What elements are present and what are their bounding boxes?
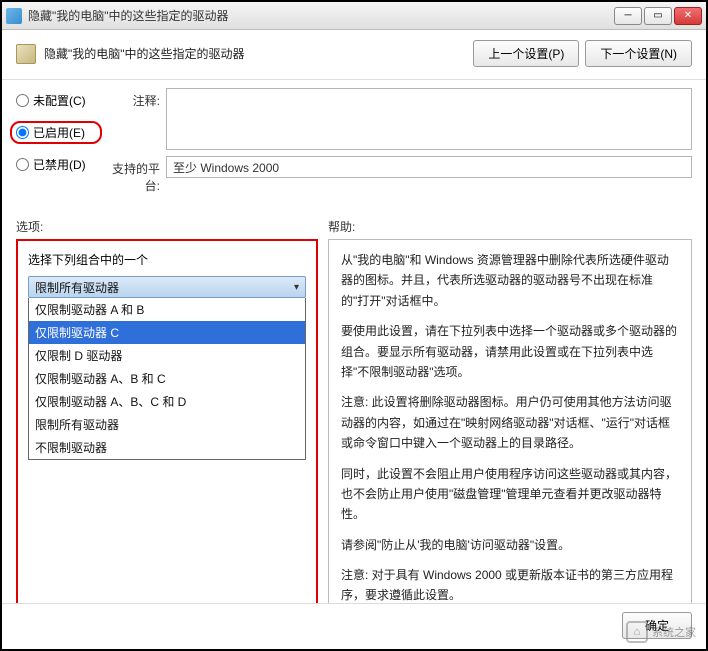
lower-area: 选择下列组合中的一个 限制所有驱动器 仅限制驱动器 A 和 B 仅限制驱动器 C…	[2, 239, 706, 609]
comment-label: 注释:	[102, 88, 166, 109]
dropdown-item[interactable]: 仅限制 D 驱动器	[29, 344, 305, 367]
platform-value: 至少 Windows 2000	[166, 156, 692, 178]
radio-disabled-input[interactable]	[16, 158, 29, 171]
help-paragraph: 同时，此设置不会阻止用户使用程序访问这些驱动器或其内容，也不会防止用户使用"磁盘…	[341, 464, 679, 525]
radio-enabled-input[interactable]	[16, 126, 29, 139]
home-icon: ⌂	[626, 621, 648, 643]
help-paragraph: 注意: 对于具有 Windows 2000 或更新版本证书的第三方应用程序，要求…	[341, 565, 679, 606]
header: 隐藏"我的电脑"中的这些指定的驱动器 上一个设置(P) 下一个设置(N)	[2, 30, 706, 80]
radio-not-configured[interactable]: 未配置(C)	[16, 92, 102, 109]
drive-combo-value: 限制所有驱动器	[35, 279, 119, 296]
radio-disabled-label: 已禁用(D)	[33, 156, 86, 173]
help-paragraph: 从"我的电脑"和 Windows 资源管理器中删除代表所选硬件驱动器的图标。并且…	[341, 250, 679, 311]
titlebar: 隐藏"我的电脑"中的这些指定的驱动器 ─ ▭ ✕	[2, 2, 706, 30]
close-button[interactable]: ✕	[674, 7, 702, 25]
dropdown-item[interactable]: 仅限制驱动器 A、B、C 和 D	[29, 390, 305, 413]
radio-not-configured-input[interactable]	[16, 94, 29, 107]
comment-textarea[interactable]	[166, 88, 692, 150]
dialog-footer: 确定 ⌂ 系统之家	[2, 603, 706, 647]
fields: 注释: 支持的平台: 至少 Windows 2000	[102, 88, 692, 200]
dropdown-item[interactable]: 限制所有驱动器	[29, 413, 305, 436]
dropdown-item[interactable]: 仅限制驱动器 C	[29, 321, 305, 344]
help-paragraph: 请参阅"防止从'我的电脑'访问驱动器"设置。	[341, 535, 679, 555]
window-title: 隐藏"我的电脑"中的这些指定的驱动器	[28, 7, 614, 24]
platform-label: 支持的平台:	[102, 156, 166, 194]
options-prompt: 选择下列组合中的一个	[28, 251, 306, 268]
help-paragraph: 要使用此设置，请在下拉列表中选择一个驱动器或多个驱动器的组合。要显示所有驱动器，…	[341, 321, 679, 382]
config-area: 未配置(C) 已启用(E) 已禁用(D) 注释: 支持的平台: 至少 Windo…	[2, 80, 706, 200]
maximize-button[interactable]: ▭	[644, 7, 672, 25]
prev-setting-button[interactable]: 上一个设置(P)	[473, 40, 579, 67]
window-controls: ─ ▭ ✕	[614, 7, 702, 25]
minimize-button[interactable]: ─	[614, 7, 642, 25]
radio-enabled[interactable]: 已启用(E)	[10, 121, 102, 144]
state-radios: 未配置(C) 已启用(E) 已禁用(D)	[16, 88, 102, 200]
drive-combo[interactable]: 限制所有驱动器	[28, 276, 306, 298]
section-labels: 选项: 帮助:	[2, 200, 706, 239]
radio-not-configured-label: 未配置(C)	[33, 92, 86, 109]
policy-title: 隐藏"我的电脑"中的这些指定的驱动器	[44, 45, 467, 62]
next-setting-button[interactable]: 下一个设置(N)	[585, 40, 692, 67]
policy-icon	[16, 44, 36, 64]
help-label: 帮助:	[328, 218, 355, 235]
help-panel[interactable]: 从"我的电脑"和 Windows 资源管理器中删除代表所选硬件驱动器的图标。并且…	[328, 239, 692, 609]
watermark: ⌂ 系统之家	[626, 621, 696, 643]
radio-disabled[interactable]: 已禁用(D)	[16, 156, 102, 173]
options-label: 选项:	[16, 218, 328, 235]
dropdown-item[interactable]: 不限制驱动器	[29, 436, 305, 459]
platform-row: 支持的平台: 至少 Windows 2000	[102, 156, 692, 194]
help-paragraph: 注意: 此设置将删除驱动器图标。用户仍可使用其他方法访问驱动器的内容，如通过在"…	[341, 392, 679, 453]
app-icon	[6, 8, 22, 24]
dropdown-item[interactable]: 仅限制驱动器 A 和 B	[29, 298, 305, 321]
radio-enabled-label: 已启用(E)	[33, 124, 85, 141]
options-panel: 选择下列组合中的一个 限制所有驱动器 仅限制驱动器 A 和 B 仅限制驱动器 C…	[16, 239, 318, 609]
comment-row: 注释:	[102, 88, 692, 150]
dropdown-item[interactable]: 仅限制驱动器 A、B 和 C	[29, 367, 305, 390]
drive-dropdown-list: 仅限制驱动器 A 和 B 仅限制驱动器 C 仅限制 D 驱动器 仅限制驱动器 A…	[28, 298, 306, 460]
watermark-text: 系统之家	[652, 624, 696, 640]
